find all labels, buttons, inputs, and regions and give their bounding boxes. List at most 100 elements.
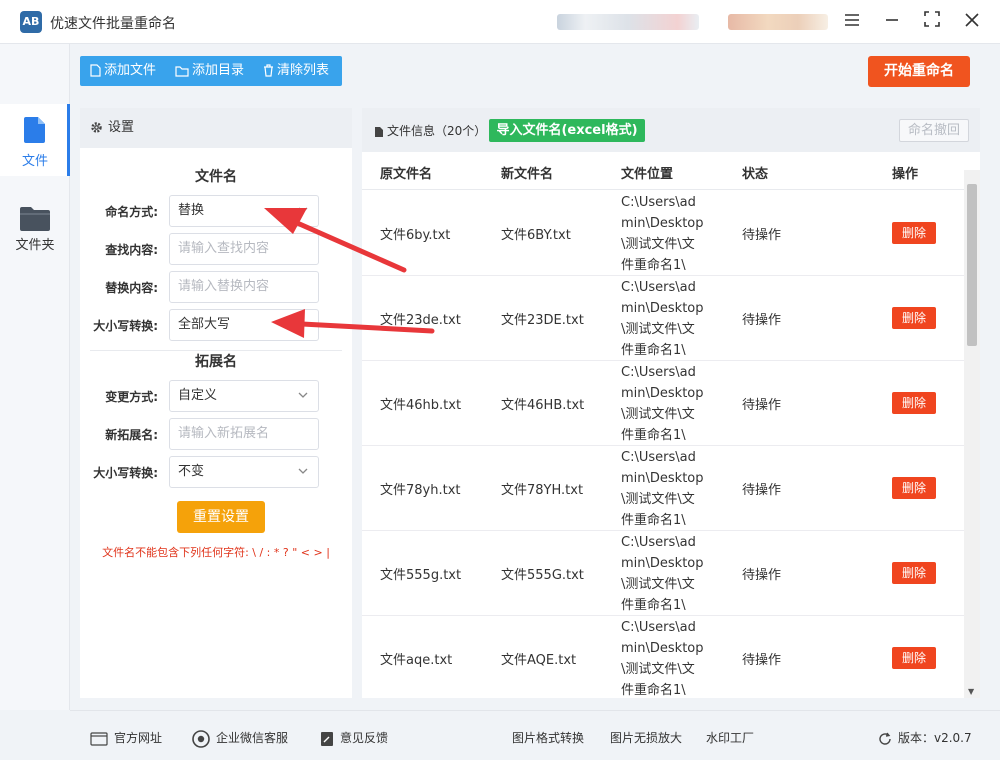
col-status: 状态 bbox=[742, 167, 769, 182]
add-directory-button[interactable]: 添加目录 bbox=[175, 56, 244, 86]
delete-button[interactable]: 删除 bbox=[892, 562, 936, 584]
version-label: 版本：v2.0.7 bbox=[898, 731, 972, 745]
original-name: 文件23de.txt bbox=[380, 313, 461, 328]
file-location: C:\Users\admin\Desktop\测试文件\文件重命名1\ bbox=[621, 450, 704, 528]
nav-label-folder: 文件夹 bbox=[15, 238, 55, 253]
wechat-icon bbox=[192, 729, 210, 748]
feedback-icon bbox=[321, 731, 333, 746]
reset-settings-button[interactable]: 重置设置 bbox=[177, 501, 265, 533]
delete-button[interactable]: 删除 bbox=[892, 647, 936, 669]
original-name: 文件46hb.txt bbox=[380, 398, 462, 413]
wechat-support-label: 企业微信客服 bbox=[216, 731, 289, 745]
nav-item-folder[interactable]: 文件夹 bbox=[0, 194, 70, 266]
import-excel-button[interactable]: 导入文件名(excel格式) bbox=[489, 119, 645, 142]
wechat-support-link[interactable]: 企业微信客服 bbox=[192, 729, 288, 748]
col-location: 文件位置 bbox=[621, 167, 674, 182]
find-input[interactable]: 请输入查找内容 bbox=[169, 233, 319, 265]
add-file-icon bbox=[90, 64, 101, 77]
filename-section-title: 文件名 bbox=[195, 169, 237, 185]
file-location: C:\Users\admin\Desktop\测试文件\文件重命名1\ bbox=[621, 195, 704, 273]
settings-header-label: 设置 bbox=[108, 120, 135, 135]
table-row[interactable]: 文件555g.txt 文件555G.txt C:\Users\admin\Des… bbox=[362, 531, 964, 616]
add-file-button[interactable]: 添加文件 bbox=[90, 56, 156, 86]
file-info: 文件信息（20个） bbox=[374, 122, 486, 139]
clear-list-button[interactable]: 清除列表 bbox=[263, 56, 329, 86]
col-original-name: 原文件名 bbox=[380, 167, 433, 182]
ext-case-select[interactable]: 不变 bbox=[169, 456, 319, 488]
change-mode-label: 变更方式: bbox=[105, 390, 158, 404]
add-directory-label: 添加目录 bbox=[192, 63, 245, 78]
status: 待操作 bbox=[742, 653, 782, 668]
refresh-icon bbox=[879, 732, 891, 745]
table-row[interactable]: 文件aqe.txt 文件AQE.txt C:\Users\admin\Deskt… bbox=[362, 616, 964, 698]
table-row[interactable]: 文件78yh.txt 文件78YH.txt C:\Users\admin\Des… bbox=[362, 446, 964, 531]
original-name: 文件aqe.txt bbox=[380, 653, 453, 668]
add-file-label: 添加文件 bbox=[104, 63, 157, 78]
vertical-scrollbar[interactable]: ▼ bbox=[964, 170, 980, 698]
watermark-factory-link[interactable]: 水印工厂 bbox=[706, 729, 754, 746]
file-location: C:\Users\admin\Desktop\测试文件\文件重命名1\ bbox=[621, 620, 704, 698]
naming-mode-value: 替换 bbox=[178, 203, 205, 218]
status: 待操作 bbox=[742, 568, 782, 583]
delete-button[interactable]: 删除 bbox=[892, 222, 936, 244]
file-location: C:\Users\admin\Desktop\测试文件\文件重命名1\ bbox=[621, 365, 704, 443]
new-extension-input[interactable]: 请输入新拓展名 bbox=[169, 418, 319, 450]
new-name: 文件AQE.txt bbox=[501, 653, 577, 668]
file-location: C:\Users\admin\Desktop\测试文件\文件重命名1\ bbox=[621, 535, 704, 613]
image-lossless-enlarge-link[interactable]: 图片无损放大 bbox=[610, 729, 682, 746]
undo-rename-button[interactable]: 命名撤回 bbox=[899, 119, 969, 142]
website-icon bbox=[90, 731, 108, 746]
col-new-name: 新文件名 bbox=[501, 167, 554, 182]
ext-case-label: 大小写转换: bbox=[93, 466, 158, 480]
feedback-label: 意见反馈 bbox=[340, 731, 389, 745]
image-format-convert-link[interactable]: 图片格式转换 bbox=[512, 729, 584, 746]
left-nav: 文件 文件夹 bbox=[0, 44, 70, 710]
feedback-link[interactable]: 意见反馈 bbox=[320, 729, 388, 747]
gear-icon bbox=[91, 122, 102, 133]
naming-mode-select[interactable]: 替换 bbox=[169, 195, 319, 227]
file-count-label: 文件信息（20个） bbox=[387, 124, 487, 138]
hamburger-icon[interactable] bbox=[838, 8, 866, 36]
change-mode-select[interactable]: 自定义 bbox=[169, 380, 319, 412]
delete-button[interactable]: 删除 bbox=[892, 392, 936, 414]
scrollbar-thumb[interactable] bbox=[967, 184, 977, 346]
blurred-user-avatar[interactable] bbox=[728, 14, 828, 30]
chevron-down-icon bbox=[298, 207, 308, 213]
file-icon bbox=[24, 117, 45, 143]
add-folder-icon bbox=[175, 65, 189, 77]
title-bar: AB 优速文件批量重命名 bbox=[0, 0, 1000, 44]
blurred-account-info bbox=[557, 14, 699, 30]
original-name: 文件6by.txt bbox=[380, 228, 451, 243]
maximize-icon[interactable] bbox=[918, 8, 946, 36]
file-location: C:\Users\admin\Desktop\测试文件\文件重命名1\ bbox=[621, 280, 704, 358]
nav-label-file: 文件 bbox=[21, 154, 48, 169]
status: 待操作 bbox=[742, 228, 782, 243]
official-website-link[interactable]: 官方网址 bbox=[90, 729, 162, 746]
footer: 官方网址 企业微信客服 意见反馈 图片格式转换 图片无损放大 水印工厂 版本：v… bbox=[70, 710, 1000, 760]
table-row[interactable]: 文件46hb.txt 文件46HB.txt C:\Users\admin\Des… bbox=[362, 361, 964, 446]
trash-icon bbox=[264, 64, 273, 77]
document-icon bbox=[375, 126, 383, 137]
delete-button[interactable]: 删除 bbox=[892, 307, 936, 329]
status: 待操作 bbox=[742, 313, 782, 328]
table-row[interactable]: 文件6by.txt 文件6BY.txt C:\Users\admin\Deskt… bbox=[362, 191, 964, 276]
case-convert-label: 大小写转换: bbox=[93, 319, 158, 333]
new-name: 文件23DE.txt bbox=[501, 313, 584, 328]
close-icon[interactable] bbox=[958, 8, 986, 36]
naming-mode-label: 命名方式: bbox=[105, 205, 158, 219]
minimize-icon[interactable] bbox=[878, 8, 906, 36]
start-rename-button[interactable]: 开始重命名 bbox=[868, 56, 970, 87]
replace-label: 替换内容: bbox=[105, 281, 158, 295]
replace-input[interactable]: 请输入替换内容 bbox=[169, 271, 319, 303]
clear-list-label: 清除列表 bbox=[277, 63, 330, 78]
scroll-down-icon[interactable]: ▼ bbox=[968, 687, 974, 696]
settings-panel: 设置 文件名 命名方式: 替换 查找内容: 请输入查找内容 替换内容: 请输入替… bbox=[80, 108, 352, 698]
delete-button[interactable]: 删除 bbox=[892, 477, 936, 499]
original-name: 文件555g.txt bbox=[380, 568, 462, 583]
toolbar: 添加文件 添加目录 清除列表 bbox=[80, 56, 342, 86]
table-row[interactable]: 文件23de.txt 文件23DE.txt C:\Users\admin\Des… bbox=[362, 276, 964, 361]
chevron-down-icon bbox=[298, 468, 308, 474]
nav-item-file[interactable]: 文件 bbox=[0, 104, 70, 176]
case-convert-value: 全部大写 bbox=[178, 317, 231, 332]
case-convert-select[interactable]: 全部大写 bbox=[169, 309, 319, 341]
